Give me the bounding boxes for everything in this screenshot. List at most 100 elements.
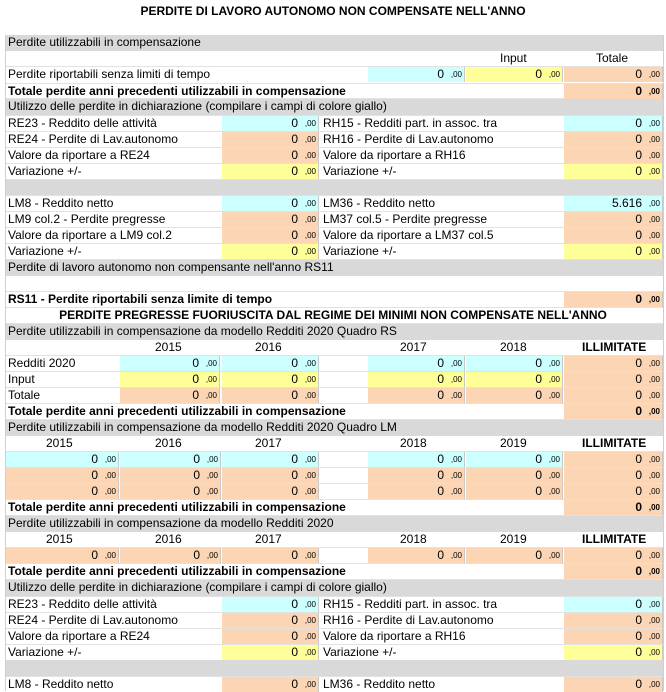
row-label: RE24 - Perdite di Lav.autonomo — [8, 613, 178, 627]
cell-decimal: ,00 — [304, 648, 316, 657]
row-label: Variazione +/- — [8, 645, 82, 659]
input-cell[interactable]: 0,00 — [222, 597, 319, 612]
row-label: Variazione +/- — [8, 244, 82, 258]
section-header-quadro-rs: Perdite utilizzabili in compensazione da… — [6, 324, 663, 340]
cell-value: 0 — [635, 597, 642, 611]
row-label: Valore da riportare a RE24 — [8, 629, 150, 643]
cell-value: 0 — [635, 84, 642, 98]
cell-decimal: ,00 — [648, 247, 660, 256]
input-cell[interactable]: 0,00 — [222, 372, 319, 387]
value-cell: 0,00 — [6, 468, 119, 483]
row-label: Valore da riportare a LM37 col.5 — [323, 228, 494, 242]
cell-decimal: ,00 — [648, 616, 660, 625]
input-cell[interactable]: 0,00 — [222, 116, 319, 131]
cell-decimal: ,00 — [104, 455, 116, 464]
cell-value: 0 — [437, 356, 444, 370]
value-cell: 0,00 — [222, 452, 319, 467]
cell-value: 0 — [291, 677, 298, 691]
value-cell: 0,00 — [222, 629, 319, 644]
section-title-minimi: PERDITE PREGRESSE FUORIUSCITA DAL REGIME… — [59, 308, 607, 322]
separator-band — [6, 180, 663, 195]
left-border — [5, 35, 6, 691]
value-cell: 0,00 — [466, 548, 563, 563]
totale-label: Totale perdite anni precedenti utilizzab… — [8, 84, 346, 98]
input-cell[interactable]: 0,00 — [222, 196, 319, 211]
value-cell: 0,00 — [564, 548, 663, 563]
row-label: Input — [8, 372, 35, 386]
input-cell[interactable]: 0,00 — [564, 116, 663, 131]
row-label: Valore da riportare a LM9 col.2 — [8, 228, 172, 242]
value-cell: 0,00 — [120, 388, 220, 403]
row-label: LM8 - Reddito netto — [8, 196, 114, 210]
cell-decimal: ,00 — [648, 632, 660, 641]
input-cell[interactable]: 0,00 — [466, 67, 563, 82]
row-label: LM36 - Reddito netto — [323, 196, 436, 210]
cell-value: 0 — [635, 629, 642, 643]
cell-value: 0 — [291, 132, 298, 146]
input-cell[interactable]: 0,00 — [466, 372, 563, 387]
row-label: Valore da riportare a RH16 — [323, 629, 466, 643]
year-header: 2016 — [155, 532, 182, 546]
cell-value: 0 — [635, 548, 642, 562]
year-header: ILLIMITATE — [582, 340, 647, 354]
input-cell[interactable]: 0,00 — [564, 645, 663, 660]
input-cell[interactable]: 5.616 ,00 — [564, 196, 663, 211]
input-cell[interactable]: 0,00 — [222, 244, 319, 259]
cell-value: 0 — [535, 484, 542, 498]
cell-value: 0 — [437, 484, 444, 498]
cell-value: 0 — [91, 468, 98, 482]
year-header: 2016 — [255, 340, 282, 354]
cell-value: 0 — [635, 372, 642, 386]
value-cell: 0,00 — [368, 468, 465, 483]
value-cell: 0,00 — [6, 484, 119, 499]
value-cell: 0,00 — [564, 677, 663, 692]
row-label: RE24 - Perdite di Lav.autonomo — [8, 132, 178, 146]
section-header-label: Utilizzo delle perdite in dichiarazione … — [8, 580, 387, 594]
row-label: RH16 - Perdite di Lav.autonomo — [323, 613, 494, 627]
cell-value: 0 — [535, 468, 542, 482]
input-cell[interactable]: 0,00 — [120, 372, 220, 387]
section-header-quadro-lm: Perdite utilizzabili in compensazione da… — [6, 420, 663, 436]
cell-value: 0 — [535, 452, 542, 466]
section-header-label: Perdite utilizzabili in compensazione — [8, 35, 201, 49]
cell-value: 0 — [437, 388, 444, 402]
value-cell: 0,00 — [222, 148, 319, 163]
input-cell[interactable]: 0,00 — [564, 164, 663, 179]
value-cell: 0,00 — [222, 468, 319, 483]
cell-value: 0 — [635, 645, 642, 659]
year-header: 2016 — [155, 436, 182, 450]
input-cell[interactable]: 0,00 — [564, 244, 663, 259]
row-label: LM9 col.2 - Perdite pregresse — [8, 212, 166, 226]
cell-value: 0 — [291, 613, 298, 627]
cell-value: 0 — [437, 67, 444, 81]
input-cell[interactable]: 0,00 — [222, 645, 319, 660]
input-cell[interactable]: 0,00 — [368, 372, 465, 387]
rs11-value-cell: 0,00 — [564, 292, 663, 307]
separator-band — [6, 660, 663, 676]
page-title: PERDITE DI LAVORO AUTONOMO NON COMPENSAT… — [140, 4, 526, 18]
cell-decimal: ,00 — [450, 551, 462, 560]
year-header: 2018 — [400, 436, 427, 450]
value-cell: 0,00 — [120, 452, 221, 467]
row-label: Variazione +/- — [323, 645, 397, 659]
cell-decimal: ,00 — [304, 632, 316, 641]
cell-decimal: ,00 — [548, 359, 560, 368]
cell-value: 0 — [91, 484, 98, 498]
cell-decimal: ,00 — [205, 359, 217, 368]
year-header: 2018 — [400, 532, 427, 546]
value-cell: 0,00 — [564, 132, 663, 147]
input-cell[interactable]: 0,00 — [368, 67, 465, 82]
input-cell[interactable]: 0,00 — [564, 597, 663, 612]
cell-decimal: ,00 — [104, 551, 116, 560]
value-cell: 0,00 — [368, 548, 465, 563]
cell-decimal: ,00 — [304, 455, 316, 464]
cell-decimal: ,00 — [648, 503, 660, 512]
value-cell: 0,00 — [466, 356, 563, 371]
cell-value: 0 — [91, 548, 98, 562]
cell-value: 0 — [635, 164, 642, 178]
cell-value: 0 — [192, 388, 199, 402]
input-cell[interactable]: 0,00 — [222, 164, 319, 179]
section-header-utilizzo-2: Utilizzo delle perdite in dichiarazione … — [6, 580, 663, 596]
cell-decimal: ,00 — [304, 487, 316, 496]
value-cell: 0,00 — [222, 548, 319, 563]
